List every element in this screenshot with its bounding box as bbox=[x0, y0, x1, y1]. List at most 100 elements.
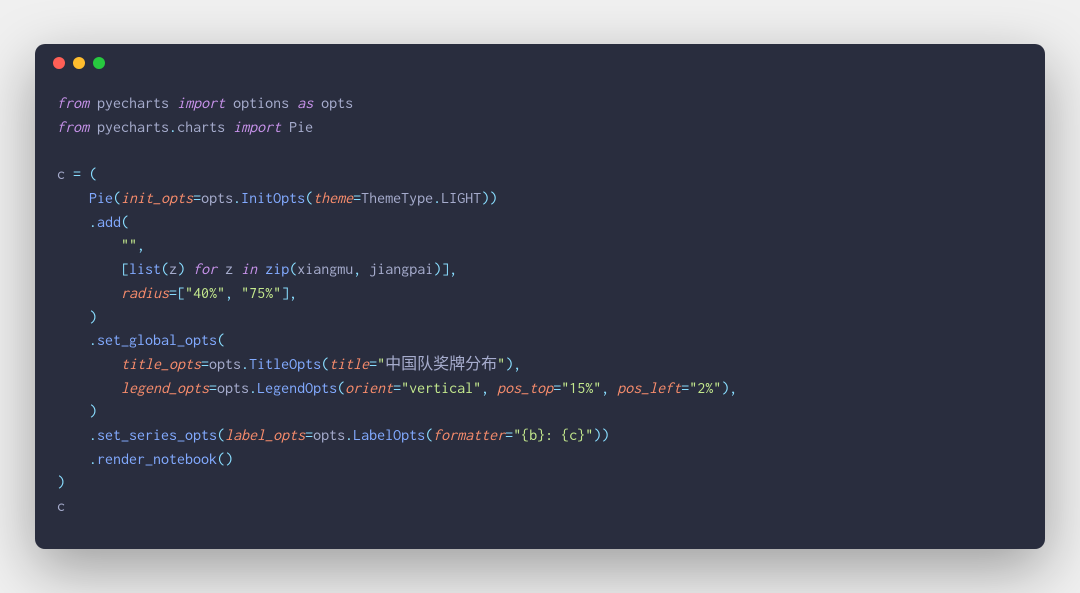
variable: xiangmu bbox=[297, 261, 353, 278]
keyword-from: from bbox=[57, 95, 89, 112]
func-call: list bbox=[129, 261, 161, 278]
comma: , bbox=[137, 237, 145, 254]
dot-op: . bbox=[233, 190, 241, 207]
method-call: set_global_opts bbox=[97, 332, 217, 349]
kwarg: title_opts bbox=[121, 356, 201, 373]
namespace: opts bbox=[217, 380, 249, 397]
kwarg: radius bbox=[121, 285, 169, 302]
assign-op: = bbox=[201, 356, 209, 373]
dot-op: . bbox=[89, 427, 97, 444]
object: ThemeType bbox=[361, 190, 433, 207]
paren: ) bbox=[57, 474, 65, 491]
kwarg: theme bbox=[313, 190, 353, 207]
kwarg: title bbox=[329, 356, 369, 373]
module-name: charts bbox=[177, 119, 225, 136]
comma: , bbox=[601, 380, 617, 397]
kwarg: pos_left bbox=[617, 380, 681, 397]
paren: ) bbox=[89, 403, 97, 420]
assign-op: =[ bbox=[169, 285, 185, 302]
variable: z bbox=[225, 261, 233, 278]
kwarg: pos_top bbox=[497, 380, 553, 397]
class-name: Pie bbox=[289, 119, 313, 136]
paren: ( bbox=[217, 427, 225, 444]
kwarg: orient bbox=[345, 380, 393, 397]
class-call: Pie bbox=[89, 190, 113, 207]
method-call: render_notebook bbox=[97, 451, 217, 468]
dot-op: . bbox=[89, 214, 97, 231]
paren: ( bbox=[321, 356, 329, 373]
comma: , bbox=[353, 261, 369, 278]
paren: ( bbox=[121, 214, 129, 231]
paren: ( bbox=[89, 166, 97, 183]
method-call: set_series_opts bbox=[97, 427, 217, 444]
code-window: from pyecharts import options as opts fr… bbox=[35, 44, 1045, 548]
dot-op: . bbox=[169, 119, 177, 136]
window-titlebar bbox=[35, 44, 1045, 82]
dot-op: . bbox=[345, 427, 353, 444]
module-name: pyecharts bbox=[97, 119, 169, 136]
close-icon[interactable] bbox=[53, 57, 65, 69]
comma: , bbox=[481, 380, 497, 397]
paren: ), bbox=[721, 380, 737, 397]
paren: ) bbox=[177, 261, 185, 278]
bracket: ], bbox=[281, 285, 297, 302]
namespace: opts bbox=[201, 190, 233, 207]
method-call: add bbox=[97, 214, 121, 231]
func-call: TitleOpts bbox=[249, 356, 321, 373]
namespace: opts bbox=[209, 356, 241, 373]
kwarg: init_opts bbox=[121, 190, 193, 207]
assign-op: = bbox=[65, 166, 89, 183]
paren: ( bbox=[217, 332, 225, 349]
code-block: from pyecharts import options as opts fr… bbox=[35, 82, 1045, 548]
paren: ), bbox=[505, 356, 521, 373]
dot-op: . bbox=[241, 356, 249, 373]
paren: () bbox=[217, 451, 233, 468]
bracket: [ bbox=[121, 261, 129, 278]
keyword-in: in bbox=[241, 261, 257, 278]
kwarg: formatter bbox=[433, 427, 505, 444]
paren: )) bbox=[481, 190, 497, 207]
property: LIGHT bbox=[441, 190, 481, 207]
variable: z bbox=[169, 261, 177, 278]
paren: ( bbox=[425, 427, 433, 444]
string-text: 中国队奖牌分布 bbox=[385, 356, 497, 373]
dot-op: . bbox=[89, 332, 97, 349]
module-name: options bbox=[233, 95, 289, 112]
variable: c bbox=[57, 166, 65, 183]
variable: c bbox=[57, 498, 65, 515]
paren: )] bbox=[433, 261, 449, 278]
string-literal: "2%" bbox=[689, 380, 721, 397]
keyword-import: import bbox=[177, 95, 225, 112]
module-name: pyecharts bbox=[97, 95, 169, 112]
minimize-icon[interactable] bbox=[73, 57, 85, 69]
string-literal: "vertical" bbox=[401, 380, 481, 397]
string-literal: "15%" bbox=[561, 380, 601, 397]
assign-op: = bbox=[505, 427, 513, 444]
namespace: opts bbox=[313, 427, 345, 444]
assign-op: = bbox=[209, 380, 217, 397]
dot-op: . bbox=[89, 451, 97, 468]
assign-op: = bbox=[369, 356, 377, 373]
string-quote: " bbox=[497, 356, 505, 373]
paren: ( bbox=[337, 380, 345, 397]
paren: ) bbox=[89, 309, 97, 326]
paren: )) bbox=[593, 427, 609, 444]
string-quote: " bbox=[377, 356, 385, 373]
zoom-icon[interactable] bbox=[93, 57, 105, 69]
func-call: LegendOpts bbox=[257, 380, 337, 397]
assign-op: = bbox=[193, 190, 201, 207]
paren: ( bbox=[305, 190, 313, 207]
comma: , bbox=[449, 261, 457, 278]
keyword-as: as bbox=[297, 95, 313, 112]
dot-op: . bbox=[433, 190, 441, 207]
assign-op: = bbox=[305, 427, 313, 444]
paren: ( bbox=[161, 261, 169, 278]
keyword-from: from bbox=[57, 119, 89, 136]
string-literal: "{b}: {c}" bbox=[513, 427, 593, 444]
assign-op: = bbox=[353, 190, 361, 207]
variable: jiangpai bbox=[369, 261, 433, 278]
func-call: InitOpts bbox=[241, 190, 305, 207]
dot-op: . bbox=[249, 380, 257, 397]
string-literal: "40%" bbox=[185, 285, 225, 302]
assign-op: = bbox=[553, 380, 561, 397]
